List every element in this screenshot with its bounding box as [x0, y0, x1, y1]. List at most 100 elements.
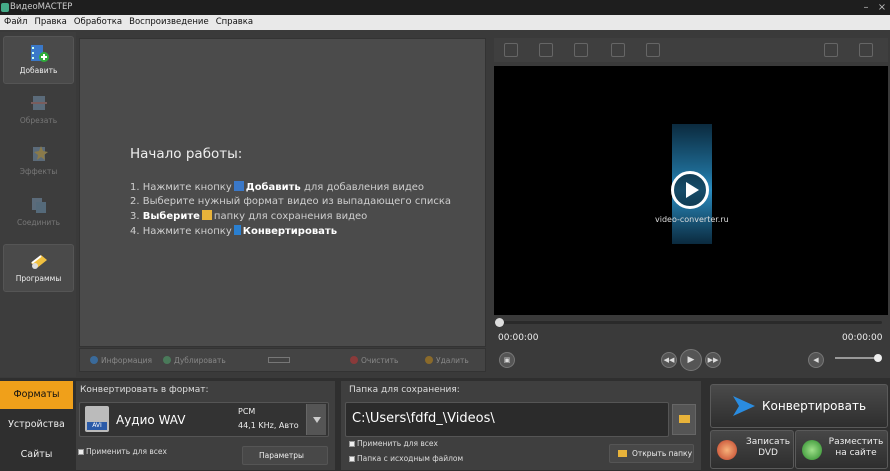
delete-label: Удалить — [436, 356, 469, 365]
player-toolbar — [494, 38, 888, 62]
menu-playback[interactable]: Воспроизведение — [129, 15, 209, 30]
format-dropdown-button[interactable] — [306, 404, 326, 435]
volume-handle[interactable] — [874, 354, 882, 362]
volume-icon[interactable]: ◀ — [808, 352, 824, 368]
step-1-bold: Добавить — [245, 182, 301, 193]
clear-label: Очистить — [361, 356, 399, 365]
fullscreen-icon[interactable] — [859, 43, 873, 57]
save-apply-all-label: Применить для всех — [357, 439, 438, 448]
menu-help[interactable]: Справка — [216, 15, 253, 30]
save-label: Папка для сохранения: — [349, 385, 460, 395]
duplicate-icon — [163, 356, 171, 364]
window-title: ВидеоМАСТЕР — [10, 2, 73, 12]
open-folder-button[interactable]: Открыть папку — [609, 444, 694, 463]
step-3: 3. Выберите папку для сохранения видео — [130, 210, 367, 222]
programs-button[interactable]: Программы — [3, 244, 74, 292]
speed-icon[interactable] — [646, 43, 660, 57]
step-3-bold: Выберите — [142, 211, 200, 222]
left-toolbar: Добавить Обрезать Эффекты Соединить Прог… — [0, 32, 76, 377]
join-button[interactable]: Соединить — [3, 189, 74, 237]
upload-icon — [802, 440, 822, 460]
delete-icon — [425, 356, 433, 364]
format-file-icon: AVI — [85, 406, 109, 432]
publish-site-button[interactable]: Разместить на сайте — [795, 430, 888, 469]
cut-icon — [30, 96, 47, 110]
preview-play-icon[interactable] — [671, 171, 709, 209]
format-apply-all-label: Применить для всех — [86, 447, 167, 456]
title-bar: ВидеоМАСТЕР – × — [0, 0, 890, 15]
duplicate-button[interactable]: Дублировать — [163, 356, 226, 365]
start-title: Начало работы: — [130, 146, 243, 162]
convert-arrow-icon — [733, 396, 755, 416]
film-add-icon — [30, 45, 49, 62]
play-icon[interactable]: ▶ — [680, 349, 702, 371]
window-mode-icon[interactable] — [824, 43, 838, 57]
minimize-icon[interactable]: – — [858, 0, 874, 15]
clear-icon — [350, 356, 358, 364]
source-folder-label: Папка с исходным файлом — [357, 454, 464, 463]
folder-open-icon — [618, 450, 627, 457]
save-apply-all-checkbox[interactable] — [349, 441, 355, 447]
join-label: Соединить — [16, 218, 61, 227]
step-4-text: 4. Нажмите кнопку — [130, 226, 232, 237]
parameters-label: Параметры — [259, 451, 304, 460]
cut-label: Обрезать — [19, 116, 58, 125]
tab-devices[interactable]: Устройства — [0, 411, 73, 439]
close-icon[interactable]: × — [874, 0, 890, 15]
programs-icon — [30, 255, 47, 269]
menu-file[interactable]: Файл — [4, 15, 27, 30]
save-path: C:\Users\fdfd_\Videos\ — [352, 411, 495, 426]
film-add-icon — [233, 181, 244, 191]
parameters-button[interactable]: Параметры — [242, 446, 328, 465]
menu-edit[interactable]: Правка — [34, 15, 66, 30]
format-label: Конвертировать в формат: — [80, 385, 209, 395]
step-4-bold: Конвертировать — [242, 226, 338, 237]
view-toggle[interactable] — [268, 357, 290, 363]
seek-bar[interactable] — [498, 321, 882, 324]
effects-icon — [32, 146, 48, 161]
snapshot-button-icon[interactable]: ▣ — [499, 352, 515, 368]
dvd-icon — [717, 440, 737, 460]
clear-button[interactable]: Очистить — [350, 356, 398, 365]
publish-site-label: Разместить на сайте — [828, 437, 884, 458]
delete-button[interactable]: Удалить — [425, 356, 469, 365]
effects-label: Эффекты — [19, 167, 58, 176]
programs-label: Программы — [15, 274, 62, 283]
seek-handle[interactable] — [495, 318, 504, 327]
open-folder-label: Открыть папку — [632, 449, 693, 458]
step-3-post: папку для сохранения видео — [213, 211, 368, 222]
time-current: 00:00:00 — [498, 333, 539, 343]
step-3-text: 3. — [130, 211, 140, 222]
volume-slider[interactable] — [835, 357, 879, 359]
add-button[interactable]: Добавить — [3, 36, 74, 84]
forward-icon[interactable]: ▶▶ — [705, 352, 721, 368]
effects-button[interactable]: Эффекты — [3, 138, 74, 186]
app-icon — [1, 3, 9, 12]
time-total: 00:00:00 — [842, 333, 883, 343]
format-name: Аудио WAV — [116, 413, 186, 427]
tab-formats[interactable]: Форматы — [0, 381, 73, 409]
add-label: Добавить — [19, 66, 58, 75]
step-1: 1. Нажмите кнопку Добавить для добавления… — [130, 181, 424, 193]
step-1-text: 1. Нажмите кнопку — [130, 182, 232, 193]
info-button[interactable]: Информация — [90, 356, 152, 365]
menu-process[interactable]: Обработка — [74, 15, 122, 30]
source-folder-checkbox[interactable] — [349, 456, 355, 462]
brightness-icon[interactable] — [574, 43, 588, 57]
browse-folder-button[interactable] — [672, 404, 696, 435]
camera-icon[interactable] — [611, 43, 625, 57]
convert-arrow-icon — [233, 225, 241, 235]
format-codec: PCM — [238, 407, 256, 416]
format-badge: AVI — [87, 422, 107, 430]
burn-dvd-button[interactable]: Записать DVD — [710, 430, 794, 469]
cut-button[interactable]: Обрезать — [3, 87, 74, 135]
folder-icon — [679, 415, 690, 423]
snapshot-icon[interactable] — [539, 43, 553, 57]
rewind-icon[interactable]: ◀◀ — [661, 352, 677, 368]
watermark-text: video-converter.ru — [655, 215, 729, 224]
filmstrip-icon[interactable] — [504, 43, 518, 57]
format-apply-all-checkbox[interactable] — [78, 449, 84, 455]
step-2: 2. Выберите нужный формат видео из выпад… — [130, 196, 452, 207]
tab-sites[interactable]: Сайты — [0, 441, 73, 469]
join-icon — [31, 198, 46, 213]
